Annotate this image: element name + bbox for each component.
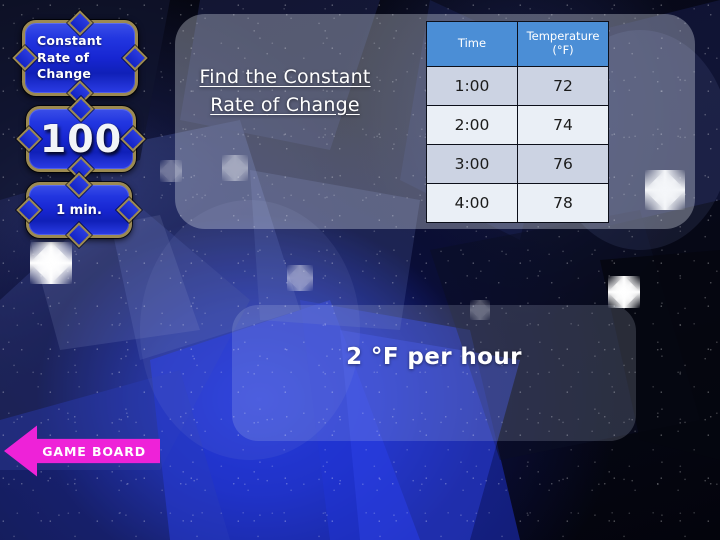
timer-plaque[interactable]: 1 min. xyxy=(16,172,142,248)
plaque-lobe-top xyxy=(67,10,93,36)
column-header-time: Time xyxy=(426,21,518,67)
sparkle-icon xyxy=(30,242,72,284)
column-header-temperature: Temperature (°F) xyxy=(517,21,609,67)
column-header-temperature-line2: (°F) xyxy=(552,43,574,57)
points-plaque[interactable]: 100 xyxy=(16,96,146,182)
plaque-lobe-top xyxy=(66,172,92,198)
cell-time: 3:00 xyxy=(426,144,518,184)
slide-canvas: Constant Rate of Change 100 1 min. Find … xyxy=(0,0,720,540)
game-board-button[interactable]: GAME BOARD xyxy=(4,425,160,477)
answer-panel xyxy=(232,305,636,441)
plaque-lobe-right xyxy=(120,126,146,152)
table-header: Time Temperature (°F) xyxy=(426,21,609,67)
question-title: Find the Constant Rate of Change xyxy=(199,66,371,116)
category-plaque[interactable]: Constant Rate of Change xyxy=(12,10,148,106)
table-row: 4:00 78 xyxy=(426,183,609,223)
game-board-label: GAME BOARD xyxy=(42,443,146,459)
sparkle-icon xyxy=(608,276,640,308)
plaque-lobe-left xyxy=(16,197,42,223)
plaque-lobe-right xyxy=(116,197,142,223)
sparkle-icon xyxy=(287,265,313,291)
cell-temperature: 74 xyxy=(517,105,609,145)
cell-temperature: 76 xyxy=(517,144,609,184)
cell-time: 4:00 xyxy=(426,183,518,223)
table-row: 1:00 72 xyxy=(426,66,609,106)
answer-text: 2 °F per hour xyxy=(346,344,522,370)
table-header-row: Time Temperature (°F) xyxy=(426,21,609,67)
cell-temperature: 72 xyxy=(517,66,609,106)
points-value: 100 xyxy=(39,117,123,161)
timer-value: 1 min. xyxy=(56,202,102,218)
plaque-lobe-left xyxy=(16,126,42,152)
plaque-lobe-bottom xyxy=(66,222,92,248)
column-header-temperature-line1: Temperature xyxy=(526,29,600,44)
cell-time: 1:00 xyxy=(426,66,518,106)
cell-temperature: 78 xyxy=(517,183,609,223)
category-label: Constant Rate of Change xyxy=(37,33,102,82)
table-row: 3:00 76 xyxy=(426,144,609,184)
temperature-data-table: Time Temperature (°F) 1:00 72 2:00 74 3:00 76… xyxy=(426,21,609,223)
table-row: 2:00 74 xyxy=(426,105,609,145)
table-body: 1:00 72 2:00 74 3:00 76 4:00 78 xyxy=(426,66,609,223)
cell-time: 2:00 xyxy=(426,105,518,145)
